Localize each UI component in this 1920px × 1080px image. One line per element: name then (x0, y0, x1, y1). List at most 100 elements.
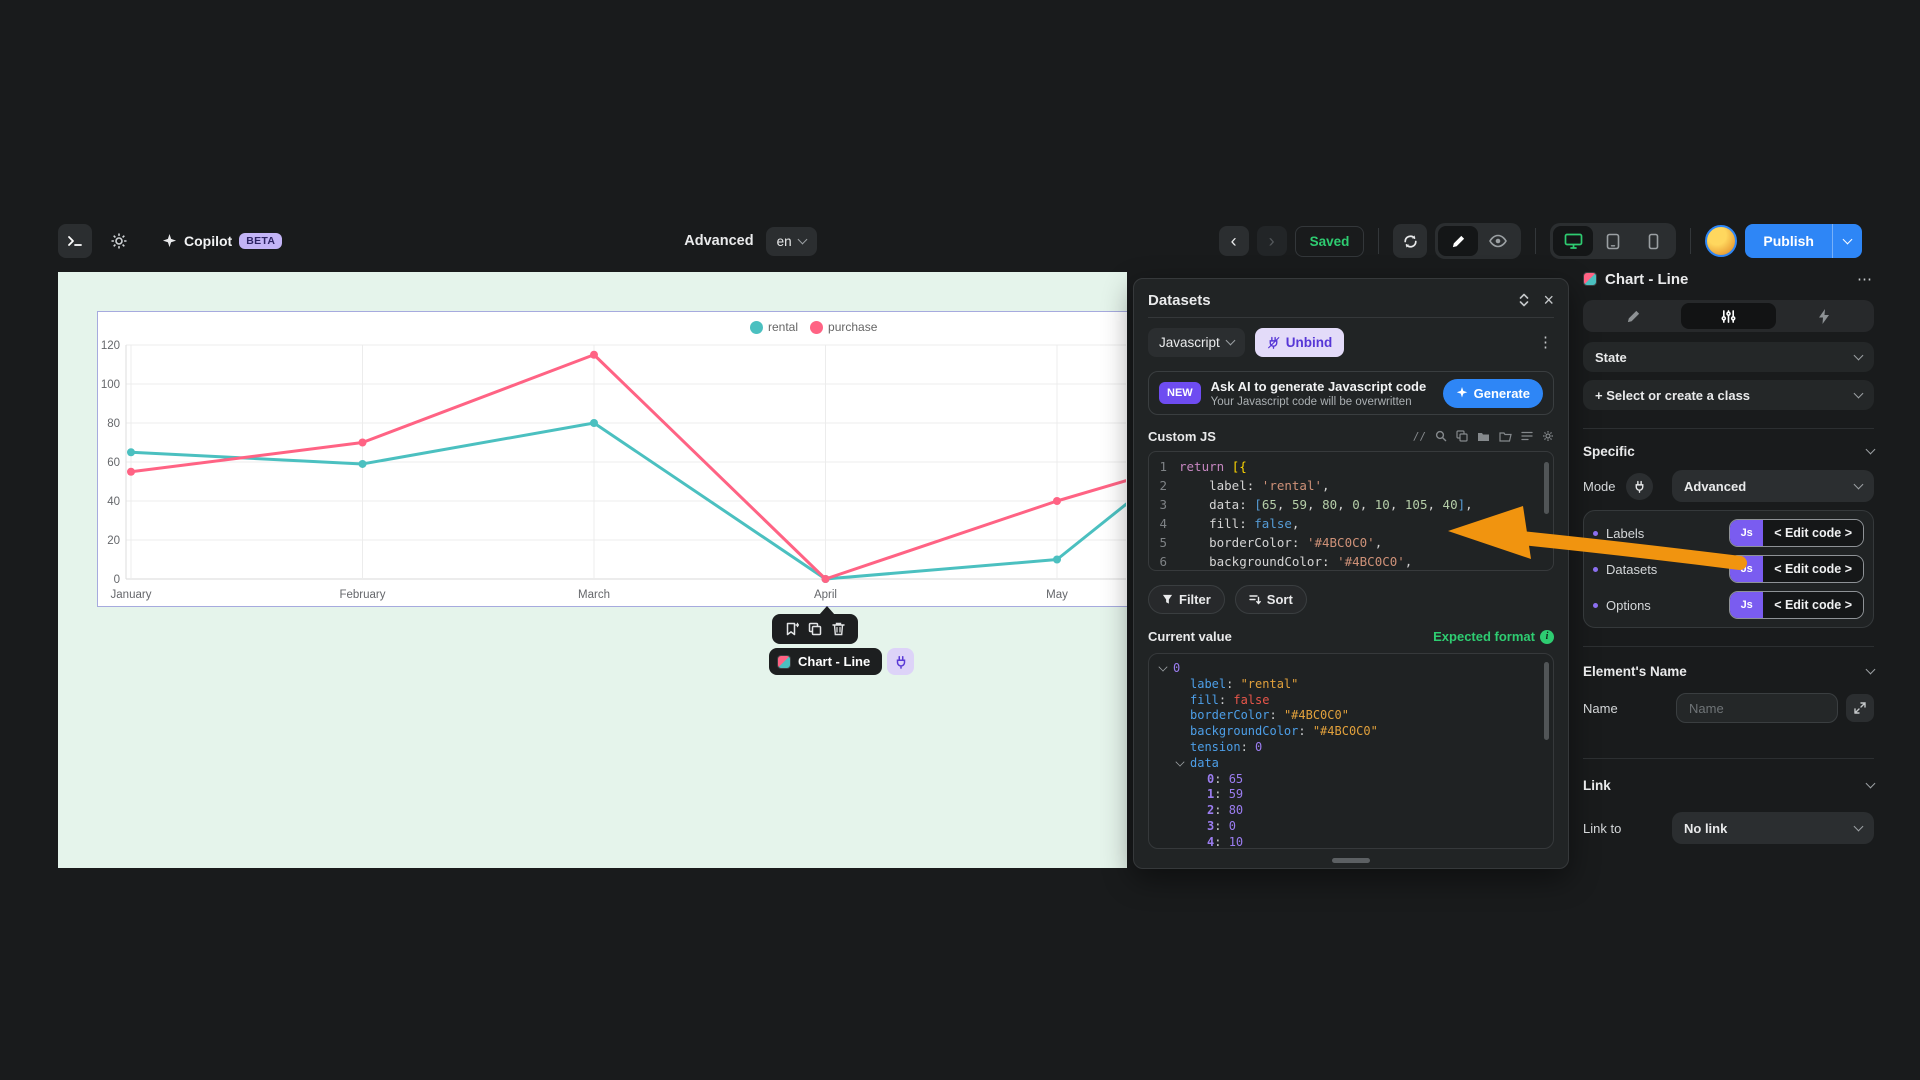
divider (1148, 317, 1554, 318)
value-tree-line[interactable]: borderColor: "#4BC0C0" (1157, 708, 1545, 724)
publish-options-button[interactable] (1832, 224, 1862, 258)
svg-text:0: 0 (114, 574, 120, 586)
selected-element-badge[interactable]: Chart - Line (769, 648, 882, 675)
user-avatar[interactable] (1705, 225, 1737, 257)
link-to-dropdown[interactable]: No link (1672, 812, 1874, 844)
mode-bind-button[interactable] (1626, 473, 1653, 500)
generate-label: Generate (1474, 386, 1530, 401)
svg-text:January: January (111, 589, 152, 601)
edit-code-button[interactable]: < Edit code > (1763, 556, 1863, 582)
svg-text:February: February (339, 589, 385, 601)
edit-mode-button[interactable] (1438, 226, 1478, 256)
editor-settings-icon[interactable] (1542, 430, 1554, 442)
desktop-device-button[interactable] (1553, 226, 1593, 256)
folder-open-icon[interactable] (1499, 431, 1512, 442)
tab-settings[interactable] (1681, 303, 1776, 329)
expand-name-button[interactable] (1846, 694, 1874, 722)
value-tree-line[interactable]: 2: 80 (1157, 803, 1545, 819)
tab-interactions[interactable] (1776, 303, 1871, 329)
element-name-section-header[interactable]: Element's Name (1583, 662, 1874, 680)
binding-row-options: OptionsJs< Edit code > (1593, 590, 1864, 620)
edit-code-control: Js< Edit code > (1729, 591, 1864, 619)
ai-banner-subtitle: Your Javascript code will be overwritten (1211, 396, 1433, 408)
sparkle-icon (1456, 387, 1468, 399)
add-component-icon[interactable] (785, 622, 799, 636)
unbind-label: Unbind (1286, 335, 1333, 350)
edit-code-button[interactable]: < Edit code > (1763, 592, 1863, 618)
binding-plug-button[interactable] (887, 648, 914, 675)
expected-format-link[interactable]: Expected format i (1433, 629, 1554, 644)
generate-button[interactable]: Generate (1443, 379, 1543, 408)
value-tree-line[interactable]: tension: 0 (1157, 740, 1545, 756)
value-tree-line[interactable]: 3: 0 (1157, 819, 1545, 835)
terminal-icon (67, 234, 83, 248)
copilot-entry[interactable]: Copilot BETA (162, 233, 282, 249)
publish-button[interactable]: Publish (1745, 224, 1832, 258)
link-section-header[interactable]: Link (1583, 776, 1874, 794)
folder-icon[interactable] (1477, 431, 1490, 442)
inspector-menu-button[interactable]: ⋯ (1857, 270, 1874, 288)
copy-icon[interactable] (1456, 430, 1468, 442)
panel-resize-handle[interactable] (1332, 858, 1370, 863)
tab-style[interactable] (1586, 303, 1681, 329)
sparkle-icon (162, 234, 177, 249)
code-editor[interactable]: 1return [{2 label: 'rental',3 data: [65,… (1148, 451, 1554, 571)
editor-canvas[interactable]: rentalpurchase 020406080100120JanuaryFeb… (58, 272, 1127, 868)
value-tree-line[interactable]: 4: 10 (1157, 835, 1545, 849)
copy-icon[interactable] (808, 622, 822, 636)
dataset-language-selector[interactable]: Javascript (1148, 328, 1245, 357)
js-badge[interactable]: Js (1730, 556, 1763, 582)
class-selector[interactable]: + Select or create a class (1583, 380, 1874, 410)
svg-text:80: 80 (107, 418, 120, 430)
code-lines: 1return [{2 label: 'rental',3 data: [65,… (1149, 457, 1553, 571)
value-tree-line[interactable]: 0 (1157, 661, 1545, 677)
dataset-language-value: Javascript (1159, 335, 1220, 350)
sync-button[interactable] (1393, 224, 1427, 258)
value-tree-line[interactable]: data (1157, 756, 1545, 772)
current-value-tree[interactable]: 0label: "rental"fill: falseborderColor: … (1148, 653, 1554, 849)
chart-component-icon (777, 655, 791, 669)
filter-icon (1162, 594, 1173, 605)
js-badge[interactable]: Js (1730, 592, 1763, 618)
preview-mode-button[interactable] (1478, 226, 1518, 256)
ai-banner-title: Ask AI to generate Javascript code (1211, 379, 1433, 394)
terminal-button[interactable] (58, 224, 92, 258)
value-tree-line[interactable]: fill: false (1157, 693, 1545, 709)
wrap-lines-icon[interactable] (1521, 431, 1533, 441)
close-panel-button[interactable]: × (1543, 290, 1554, 311)
js-badge[interactable]: Js (1730, 520, 1763, 546)
value-tree-line[interactable]: 0: 65 (1157, 772, 1545, 788)
expand-panel-button[interactable] (1519, 293, 1529, 307)
publish-split-button: Publish (1745, 224, 1862, 258)
value-tree-line[interactable]: 1: 59 (1157, 787, 1545, 803)
value-tree-line[interactable]: backgroundColor: "#4BC0C0" (1157, 724, 1545, 740)
mobile-device-button[interactable] (1633, 226, 1673, 256)
undo-button[interactable]: ‹ (1219, 226, 1249, 256)
value-scrollbar[interactable] (1544, 662, 1549, 740)
code-scrollbar[interactable] (1544, 462, 1549, 514)
value-tree-line[interactable]: label: "rental" (1157, 677, 1545, 693)
name-input[interactable]: Name (1676, 693, 1838, 723)
comment-toggle-icon[interactable]: // (1413, 430, 1426, 443)
inspector-tabs (1583, 300, 1874, 332)
redo-button[interactable]: › (1257, 226, 1287, 256)
specific-section-header[interactable]: Specific (1583, 442, 1874, 460)
state-selector[interactable]: State (1583, 342, 1874, 372)
edit-code-button[interactable]: < Edit code > (1763, 520, 1863, 546)
line-chart: 020406080100120JanuaryFebruaryMarchApril… (98, 312, 1126, 606)
language-selector[interactable]: en (766, 227, 817, 256)
dataset-menu-button[interactable]: ⋮ (1538, 333, 1554, 351)
search-icon[interactable] (1435, 430, 1447, 442)
delete-icon[interactable] (832, 622, 845, 636)
code-line: 5 borderColor: '#4BC0C0', (1149, 533, 1553, 552)
sort-button[interactable]: Sort (1235, 585, 1307, 614)
chart-element[interactable]: rentalpurchase 020406080100120JanuaryFeb… (97, 311, 1127, 607)
tree-collapse-caret[interactable] (1158, 663, 1167, 672)
settings-button[interactable] (102, 224, 136, 258)
filter-button[interactable]: Filter (1148, 585, 1225, 614)
unbind-button[interactable]: Unbind (1255, 328, 1345, 357)
pencil-icon (1626, 309, 1641, 324)
tablet-device-button[interactable] (1593, 226, 1633, 256)
tree-collapse-caret[interactable] (1175, 758, 1184, 767)
mode-dropdown[interactable]: Advanced (1672, 470, 1874, 502)
